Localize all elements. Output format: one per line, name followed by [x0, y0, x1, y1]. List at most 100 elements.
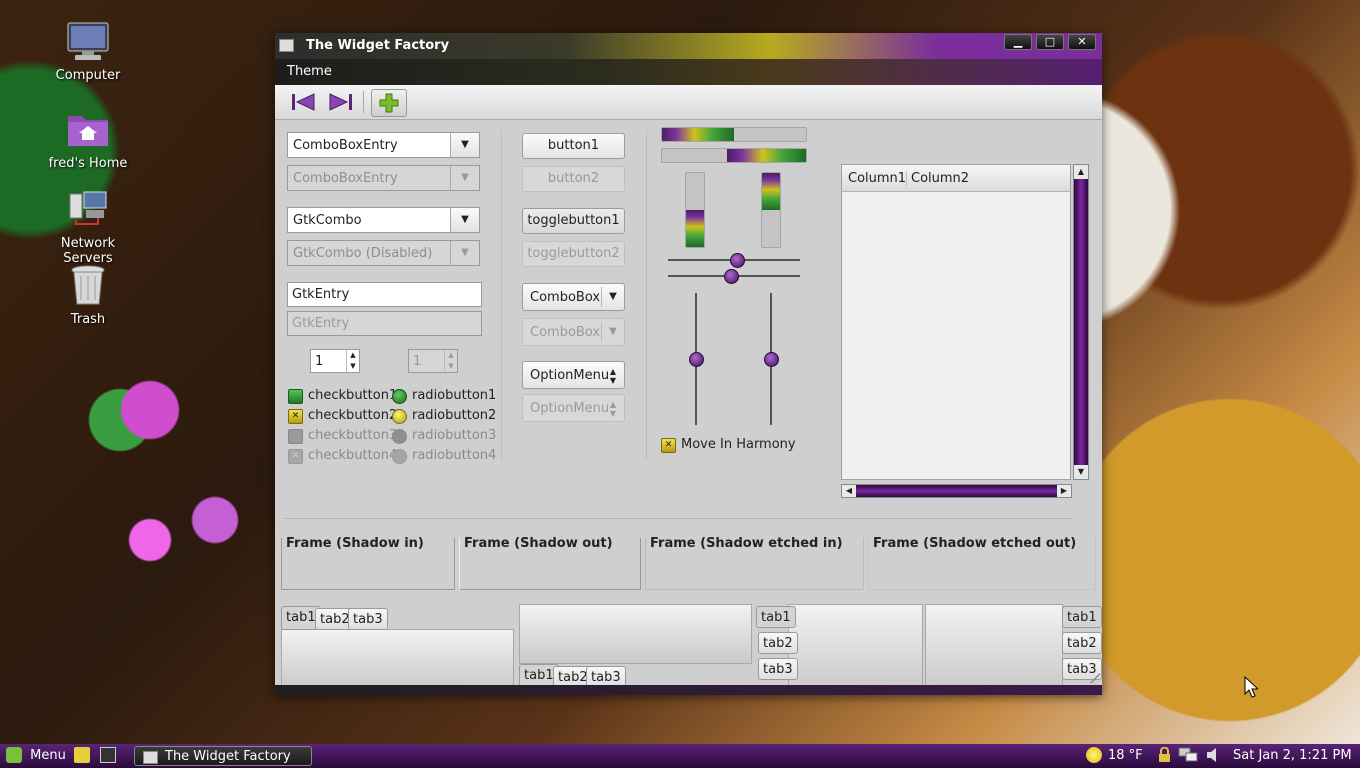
frame-shadow-etched-out: Frame (Shadow etched out): [868, 536, 1096, 590]
menubar: Theme: [275, 59, 1102, 85]
gtkentry[interactable]: GtkEntry: [287, 282, 482, 307]
comboboxentry-text: ComboBoxEntry: [293, 138, 398, 153]
scroll-left-icon[interactable]: ◀: [842, 485, 856, 497]
treeview-vscrollbar[interactable]: ▲ ▼: [1073, 164, 1089, 480]
radio-checked-icon: [392, 389, 407, 404]
hscale-2-knob[interactable]: [724, 269, 739, 284]
go-first-button[interactable]: [289, 89, 319, 115]
progressbar-vertical-1: [685, 172, 705, 248]
radio-disabled-icon: [392, 449, 407, 464]
radiobutton1-label: radiobutton1: [412, 388, 497, 403]
updown-arrow-icon: ▲ ▼: [609, 367, 617, 385]
vscale-1-knob[interactable]: [689, 352, 704, 367]
terminal-launcher-icon[interactable]: [100, 747, 116, 763]
optionmenu-disabled-text: OptionMenu: [530, 401, 610, 416]
radiobutton2-label: radiobutton2: [412, 408, 497, 423]
desktop-icon-label: fred's Home: [48, 156, 128, 171]
widget-factory-window: The Widget Factory ▁ □ ✕ Theme ComboBoxE…: [275, 33, 1102, 695]
chevron-down-icon: ▼: [450, 241, 479, 265]
notebook-left-tab3[interactable]: tab3: [758, 658, 798, 680]
section-separator: [283, 518, 1073, 519]
progressbar-fill: [686, 210, 704, 247]
progressbar-fill: [762, 173, 780, 210]
go-last-button[interactable]: [325, 89, 355, 115]
weather-temperature[interactable]: 18 °F: [1108, 748, 1143, 763]
progressbar-horizontal-2: [661, 148, 807, 163]
add-icon: [379, 93, 399, 113]
notebook-bottom-page: [519, 604, 752, 664]
add-button[interactable]: [371, 89, 407, 117]
comboboxentry[interactable]: ComboBoxEntry ▼: [287, 132, 480, 158]
treeview-hscrollbar[interactable]: ◀ ▶: [841, 484, 1072, 498]
window-app-icon: [143, 751, 158, 764]
move-in-harmony-label: Move In Harmony: [681, 437, 796, 452]
mouse-pointer-icon: [1244, 675, 1260, 702]
progressbar-vertical-2: [761, 172, 781, 248]
togglebutton1[interactable]: togglebutton1: [522, 208, 625, 234]
toolbar: [275, 85, 1102, 120]
scroll-right-icon[interactable]: ▶: [1057, 485, 1071, 497]
network-servers-icon: [66, 188, 110, 232]
resize-grip-icon[interactable]: [1090, 673, 1100, 683]
treeview-column2-header[interactable]: Column2: [906, 171, 969, 186]
chevron-down-icon: ▼: [450, 166, 479, 190]
column-separator: [646, 130, 647, 460]
desktop-icon-home[interactable]: fred's Home: [38, 108, 138, 171]
chevron-down-icon: ▼: [601, 287, 624, 307]
notebook-left-tab2[interactable]: tab2: [758, 632, 798, 654]
spinbutton[interactable]: 1 ▲ ▼: [310, 349, 360, 373]
radiobutton3-label: radiobutton3: [412, 428, 497, 443]
checkbutton4-label: checkbutton4: [308, 448, 398, 463]
text-editor-launcher-icon[interactable]: [74, 747, 90, 763]
clock[interactable]: Sat Jan 2, 1:21 PM: [1233, 748, 1352, 763]
combobox-text: ComboBox: [530, 290, 601, 305]
progressbar-fill: [726, 149, 806, 162]
button1[interactable]: button1: [522, 133, 625, 159]
checkbutton3-label: checkbutton3: [308, 428, 398, 443]
notebook-top-tab3[interactable]: tab3: [348, 608, 388, 630]
taskbar-window-button[interactable]: The Widget Factory: [134, 746, 312, 766]
optionmenu[interactable]: OptionMenu ▲ ▼: [522, 361, 625, 389]
volume-icon[interactable]: [1206, 747, 1220, 763]
desktop-icon-network[interactable]: Network Servers: [38, 188, 138, 266]
notebook-right-page: [925, 604, 1063, 690]
checkbox-inconsistent-icon: ✕: [288, 409, 303, 424]
scroll-down-icon[interactable]: ▼: [1074, 465, 1088, 479]
mint-logo-icon: [6, 747, 22, 763]
spin-up-down-icon[interactable]: ▲ ▼: [346, 350, 359, 372]
maximize-button[interactable]: □: [1036, 34, 1064, 50]
checkbutton1-label: checkbutton1: [308, 388, 398, 403]
chevron-down-icon[interactable]: ▼: [450, 133, 479, 157]
frame-label: Frame (Shadow etched in): [650, 536, 845, 551]
menu-button[interactable]: Menu: [6, 747, 66, 763]
minimize-button[interactable]: ▁: [1004, 34, 1032, 50]
close-button[interactable]: ✕: [1068, 34, 1096, 50]
menu-theme[interactable]: Theme: [287, 64, 332, 79]
notebook-right-tab1[interactable]: tab1: [1062, 606, 1102, 628]
lock-icon[interactable]: [1158, 746, 1171, 763]
frame-shadow-etched-in: Frame (Shadow etched in): [645, 536, 864, 590]
radio-inconsistent-icon: [392, 409, 407, 424]
scroll-up-icon[interactable]: ▲: [1074, 165, 1088, 179]
gtkcombo-disabled-text: GtkCombo (Disabled): [293, 246, 433, 261]
notebook-left-tab1[interactable]: tab1: [756, 606, 796, 628]
combobox[interactable]: ComboBox ▼: [522, 283, 625, 311]
vscale-2-knob[interactable]: [764, 352, 779, 367]
gtkcombo[interactable]: GtkCombo ▼: [287, 207, 480, 233]
notebook-top-page: [281, 629, 514, 689]
window-titlebar[interactable]: The Widget Factory ▁ □ ✕: [275, 33, 1102, 59]
notebook-right-tab2[interactable]: tab2: [1062, 632, 1102, 654]
desktop-icon-trash[interactable]: Trash: [38, 264, 138, 327]
hscale-1-knob[interactable]: [730, 253, 745, 268]
progressbar-horizontal-1: [661, 127, 807, 142]
radio-disabled-icon: [392, 429, 407, 444]
treeview-column1-header[interactable]: Column1: [848, 171, 906, 186]
treeview[interactable]: Column1 Column2: [841, 164, 1071, 480]
button2: button2: [522, 166, 625, 192]
network-icon[interactable]: [1178, 747, 1198, 763]
desktop-icon-computer[interactable]: Computer: [38, 20, 138, 83]
home-folder-icon: [66, 108, 110, 152]
checkbox-disabled-icon: [288, 429, 303, 444]
main-content: ComboBoxEntry ▼ ComboBoxEntry ▼ GtkCombo…: [275, 120, 1102, 690]
chevron-down-icon[interactable]: ▼: [450, 208, 479, 232]
